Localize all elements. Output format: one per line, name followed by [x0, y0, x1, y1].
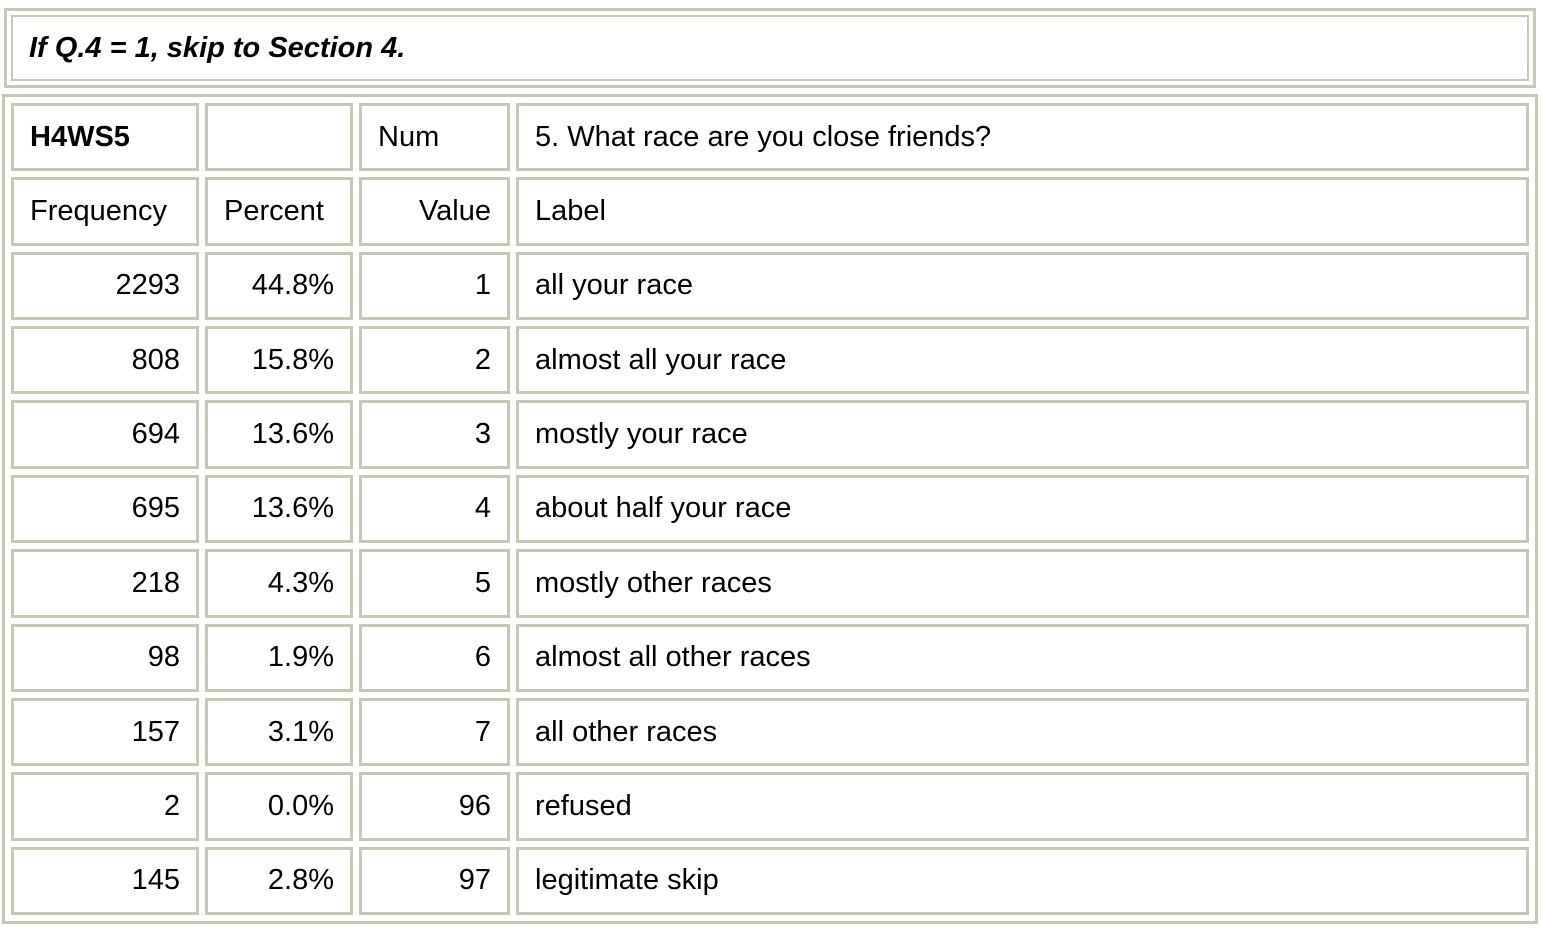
cell-frequency: 218: [11, 549, 199, 618]
cell-percent: 1.9%: [205, 623, 353, 692]
table-row: 695 13.6% 4 about half your race: [11, 474, 1529, 544]
cell-label: mostly your race: [516, 400, 1529, 469]
variable-name: H4WS5: [11, 103, 199, 172]
variable-type: Num: [359, 103, 510, 172]
cell-frequency: 157: [11, 697, 199, 767]
cell-percent: 13.6%: [205, 474, 353, 544]
cell-frequency: 695: [11, 474, 199, 544]
cell-value: 3: [359, 400, 510, 469]
skip-instruction-text: If Q.4 = 1, skip to Section 4.: [11, 15, 1529, 81]
header-frequency: Frequency: [11, 177, 199, 246]
cell-frequency: 808: [11, 326, 199, 395]
cell-frequency: 2293: [11, 251, 199, 321]
cell-percent: 3.1%: [205, 697, 353, 767]
cell-label: refused: [516, 772, 1529, 841]
question-text: 5. What race are you close friends?: [516, 103, 1529, 172]
cell-frequency: 98: [11, 623, 199, 692]
cell-frequency: 145: [11, 846, 199, 915]
table-row: 2 0.0% 96 refused: [11, 772, 1529, 841]
table-row: 157 3.1% 7 all other races: [11, 697, 1529, 767]
table-row: 694 13.6% 3 mostly your race: [11, 400, 1529, 469]
skip-instruction-box: If Q.4 = 1, skip to Section 4.: [4, 8, 1536, 88]
header-label: Label: [516, 177, 1529, 246]
cell-percent: 0.0%: [205, 772, 353, 841]
cell-label: all your race: [516, 251, 1529, 321]
cell-label: almost all other races: [516, 623, 1529, 692]
header-percent: Percent: [205, 177, 353, 246]
table-row: 145 2.8% 97 legitimate skip: [11, 846, 1529, 915]
cell-frequency: 2: [11, 772, 199, 841]
cell-percent: 4.3%: [205, 549, 353, 618]
variable-blank-cell: [205, 103, 353, 172]
variable-header-row: H4WS5 Num 5. What race are you close fri…: [11, 103, 1529, 172]
table-row: 808 15.8% 2 almost all your race: [11, 326, 1529, 395]
cell-percent: 13.6%: [205, 400, 353, 469]
cell-value: 97: [359, 846, 510, 915]
table-row: 2293 44.8% 1 all your race: [11, 251, 1529, 321]
cell-label: legitimate skip: [516, 846, 1529, 915]
cell-label: mostly other races: [516, 549, 1529, 618]
cell-percent: 44.8%: [205, 251, 353, 321]
cell-value: 96: [359, 772, 510, 841]
table-row: 98 1.9% 6 almost all other races: [11, 623, 1529, 692]
cell-value: 5: [359, 549, 510, 618]
cell-percent: 15.8%: [205, 326, 353, 395]
cell-value: 6: [359, 623, 510, 692]
cell-label: about half your race: [516, 474, 1529, 544]
cell-value: 2: [359, 326, 510, 395]
cell-value: 7: [359, 697, 510, 767]
cell-value: 4: [359, 474, 510, 544]
frequency-table: H4WS5 Num 5. What race are you close fri…: [2, 94, 1538, 924]
header-value: Value: [359, 177, 510, 246]
cell-percent: 2.8%: [205, 846, 353, 915]
cell-frequency: 694: [11, 400, 199, 469]
cell-value: 1: [359, 251, 510, 321]
table-row: 218 4.3% 5 mostly other races: [11, 549, 1529, 618]
cell-label: almost all your race: [516, 326, 1529, 395]
cell-label: all other races: [516, 697, 1529, 767]
column-header-row: Frequency Percent Value Label: [11, 177, 1529, 246]
